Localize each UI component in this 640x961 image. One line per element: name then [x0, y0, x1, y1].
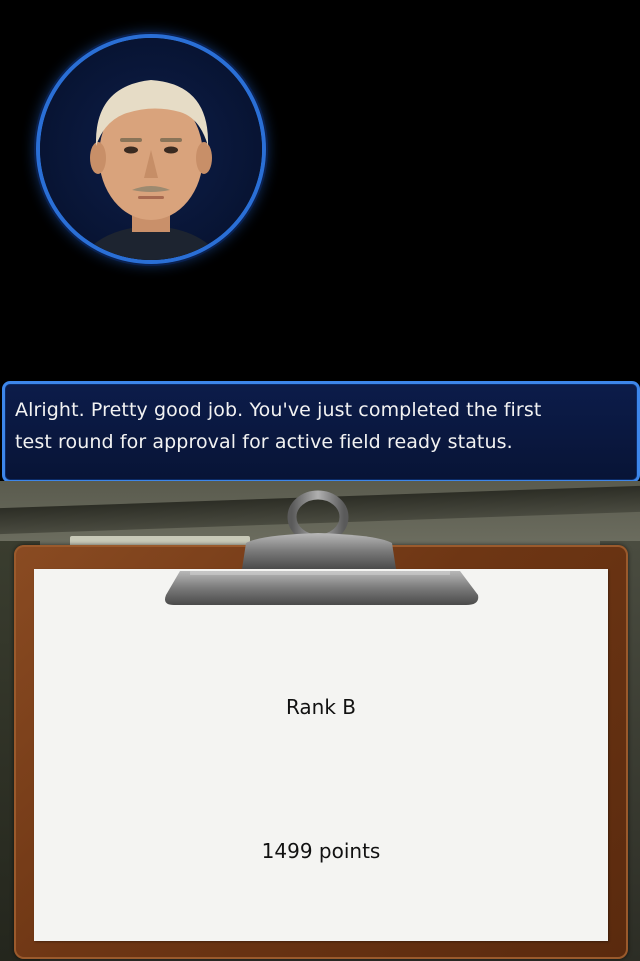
top-screen: Alright. Pretty good job. You've just co… — [0, 0, 640, 483]
bottom-screen: Rank B 1499 points — [0, 481, 640, 961]
clipboard-clip-icon — [165, 490, 479, 605]
speaker-portrait — [40, 38, 262, 260]
dialog-text: Alright. Pretty good job. You've just co… — [15, 399, 542, 453]
points-label: 1499 points — [261, 839, 381, 863]
instructor-face-icon — [80, 80, 222, 260]
dialog-box[interactable]: Alright. Pretty good job. You've just co… — [2, 381, 640, 483]
results-paper — [34, 569, 608, 941]
rank-label: Rank B — [285, 695, 357, 719]
